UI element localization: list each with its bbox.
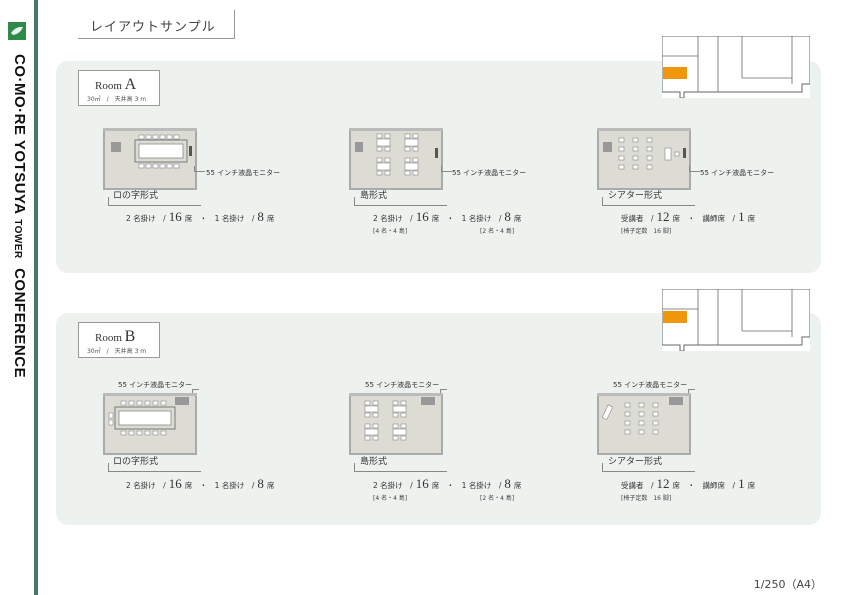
layout-name: ロの字形式 xyxy=(113,457,159,467)
page-title: レイアウトサンプル xyxy=(90,20,216,35)
facility-label: 55 インチ液晶モニター xyxy=(365,381,440,389)
note-a: [椅子定数 16 脚] xyxy=(621,495,672,502)
room-area: 30㎡ / 天井高 3 m xyxy=(87,96,147,103)
layout-name: 島形式 xyxy=(360,457,388,467)
capacity-line: 受講者 /12 席 ・ 講師席 /1 席 xyxy=(621,476,756,491)
note-b: [2 名・4 島] xyxy=(480,495,515,502)
floorplan-u-shape xyxy=(103,393,197,455)
title-small: TOWER xyxy=(12,219,23,259)
room-area: 30㎡ / 天井高 3 m xyxy=(87,348,147,355)
floorplan-theater xyxy=(597,393,691,455)
comore-leaf-logo xyxy=(8,22,26,40)
room-name: Room xyxy=(95,332,122,344)
floorplan-u-shape xyxy=(103,128,197,190)
page-number: 1/250（A4） xyxy=(753,578,822,591)
room-name: Room xyxy=(95,80,122,92)
layout-name: 島形式 xyxy=(360,191,388,201)
capacity-line: 2 名掛け /16 席 ・ 1 名掛け /8 席 xyxy=(373,476,522,491)
room-letter: B xyxy=(124,328,136,345)
layout-name: シアター形式 xyxy=(608,457,663,467)
floorplan-island xyxy=(349,393,443,455)
facility-label: 55 インチ液晶モニター xyxy=(118,381,193,389)
sidebar-divider xyxy=(34,0,38,595)
capacity-line: 2 名掛け /16 席 ・ 1 名掛け /8 席 xyxy=(126,476,275,491)
note-b: [2 名・4 島] xyxy=(480,228,515,235)
capacity-line: 受講者 /12 席 ・ 講師席 /1 席 xyxy=(621,209,756,224)
title-end: CONFERENCE xyxy=(11,268,28,379)
title-main: CO·MO·RE YOTSUYA xyxy=(11,54,28,215)
key-plan-room-a xyxy=(661,35,811,99)
capacity-line: 2 名掛け /16 席 ・ 1 名掛け /8 席 xyxy=(373,209,522,224)
capacity-line: 2 名掛け /16 席 ・ 1 名掛け /8 席 xyxy=(126,209,275,224)
room-a-label: Room A 30㎡ / 天井高 3 m xyxy=(78,70,160,106)
floorplan-island xyxy=(349,128,443,190)
facility-label: 55 インチ液晶モニター xyxy=(700,169,775,177)
room-b-label: Room B 30㎡ / 天井高 3 m xyxy=(78,322,160,358)
floorplan-theater xyxy=(597,128,691,190)
note-a: [4 名・4 島] xyxy=(373,228,408,235)
facility-label: 55 インチ液晶モニター xyxy=(613,381,688,389)
note-a: [椅子定数 16 脚] xyxy=(621,228,672,235)
sidebar-vertical-title: CO·MO·RE YOTSUYA TOWER CONFERENCE xyxy=(2,54,32,414)
note-a: [4 名・4 島] xyxy=(373,495,408,502)
facility-label: 55 インチ液晶モニター xyxy=(452,169,527,177)
page-title-box: レイアウトサンプル xyxy=(78,10,235,39)
key-plan-room-b xyxy=(661,288,811,352)
room-letter: A xyxy=(124,76,137,93)
layout-name: ロの字形式 xyxy=(113,191,159,201)
facility-label: 55 インチ液晶モニター xyxy=(206,169,281,177)
layout-name: シアター形式 xyxy=(608,191,663,201)
